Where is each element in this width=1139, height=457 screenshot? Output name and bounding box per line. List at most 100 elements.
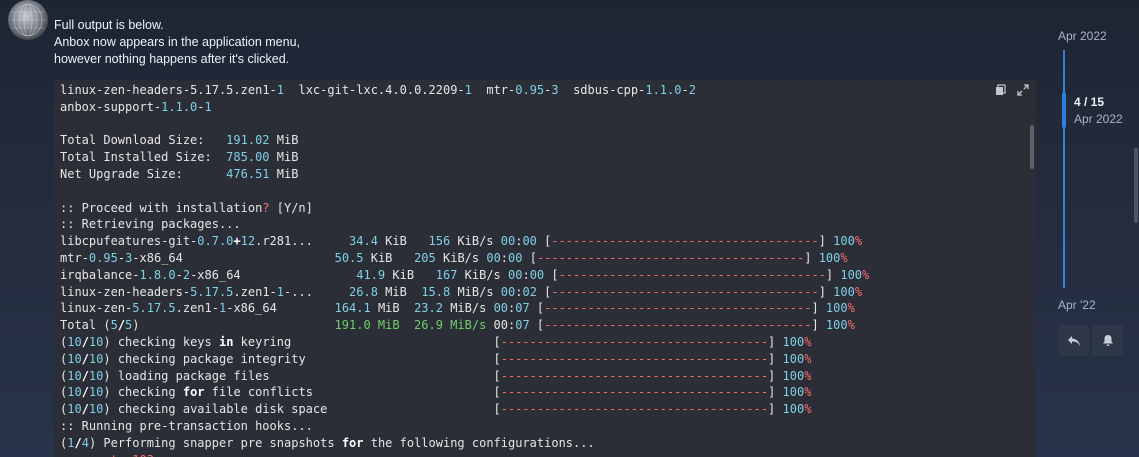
code-token: -...: [284, 284, 350, 299]
code-token: 5.17.5: [132, 301, 176, 316]
code-token: %: [847, 318, 855, 333]
code-token: 1: [464, 83, 472, 97]
code-token: %: [804, 368, 812, 383]
code-token: 100: [782, 334, 805, 349]
code-token: -: [457, 83, 465, 97]
code-token: -: [182, 83, 191, 97]
code-token: 100: [782, 402, 805, 417]
code-line: :: Proceed with installation? [Y/n]: [60, 200, 1036, 217]
code-token: 100: [825, 301, 848, 316]
code-token: 100: [840, 267, 863, 282]
code-token: 100: [833, 284, 855, 299]
code-token: 00: [508, 250, 523, 265]
code-token: linux-zen-headers: [60, 83, 183, 97]
code-line: (10/10) checking package integrity [----…: [60, 351, 1036, 368]
code-token: -: [269, 284, 277, 299]
code-token: /: [81, 402, 89, 417]
code-line: Net Upgrade Size: 476.51 MiB: [60, 166, 1036, 183]
code-token: %: [854, 234, 863, 249]
code-line: ==> root: 103: [60, 452, 1036, 457]
avatar[interactable]: [8, 0, 48, 40]
timeline-end-date[interactable]: Apr '22: [1058, 298, 1096, 312]
code-token: for: [182, 385, 205, 400]
code-token: KiB: [377, 234, 429, 249]
code-token: mtr: [60, 250, 82, 265]
code-token: /: [81, 334, 89, 349]
code-token: ]: [768, 368, 783, 383]
code-token: 10: [88, 402, 104, 417]
code-token: 00: [486, 318, 508, 333]
code-line: irqbalance-1.8.0-2-x86_64 41.9 KiB 167 K…: [60, 267, 1036, 284]
code-token: :: Running pre-transaction hooks...: [60, 418, 313, 433]
code-token: linux-zen: [60, 301, 126, 316]
code-token: MiB: [269, 150, 299, 165]
code-token: Net Upgrade Size:: [60, 166, 227, 181]
code-token: [Y/n]: [269, 200, 313, 215]
code-token: sdbus-cpp: [558, 83, 639, 97]
timeline-start-date[interactable]: Apr 2022: [1058, 29, 1107, 43]
code-token: [: [536, 234, 552, 249]
code-token: 00: [493, 301, 509, 316]
code-token: 26.8: [349, 284, 378, 299]
code-token: /: [81, 385, 89, 400]
code-token: 1.8.0: [139, 267, 176, 282]
expand-icon[interactable]: [1016, 84, 1030, 98]
code-token: MiB: [377, 284, 422, 299]
code-token: ]: [804, 250, 819, 265]
code-line: (10/10) checking keys in keyring [------…: [60, 334, 1036, 351]
reply-button[interactable]: [1058, 325, 1089, 356]
page-scrollbar[interactable]: [1134, 148, 1138, 223]
code-token: mtr: [471, 83, 509, 97]
code-token: -: [681, 83, 689, 97]
code-token: -------------------------------------: [500, 402, 769, 417]
code-token: [: [536, 284, 552, 299]
code-token: %: [804, 402, 812, 417]
timeline-handle[interactable]: [1062, 92, 1066, 128]
code-token: 205: [414, 250, 436, 265]
code-token: :: Retrieving packages...: [60, 217, 241, 232]
code-token: 00: [529, 267, 545, 282]
bell-icon: [1102, 335, 1113, 346]
code-token: 1: [276, 83, 285, 97]
code-scrollbar[interactable]: [1030, 125, 1034, 169]
code-token: /: [74, 435, 82, 450]
code-token: 34.4: [349, 234, 378, 249]
code-token: [: [544, 267, 559, 282]
code-token: 10: [67, 351, 82, 366]
code-token: ) checking keys: [103, 334, 219, 349]
code-line: :: Running pre-transaction hooks...: [60, 418, 1036, 435]
copy-icon[interactable]: [994, 84, 1008, 98]
code-token: %: [804, 351, 812, 366]
code-token: -------------------------------------: [500, 351, 769, 366]
notifications-button[interactable]: [1092, 325, 1123, 356]
code-token: +: [233, 234, 241, 249]
code-token: 4.0.0.2209: [385, 83, 458, 97]
code-output: linux-zen-headers-5.17.5.zen1-1 lxc-git-…: [54, 80, 1036, 457]
timeline-track[interactable]: [1063, 50, 1065, 288]
code-token: libcpufeatures-git: [60, 234, 191, 249]
code-token: 10: [67, 368, 82, 383]
code-line: linux-zen-headers-5.17.5.zen1-1 lxc-git-…: [60, 82, 1036, 99]
code-token: %: [804, 334, 812, 349]
code-token: -------------------------------------: [544, 301, 812, 316]
code-token: :: [522, 267, 530, 282]
code-token: 15.8: [421, 284, 451, 299]
post-line: Anbox now appears in the application men…: [54, 35, 300, 49]
code-token: -: [197, 99, 205, 114]
code-token: 1: [276, 284, 285, 299]
code-token: KiB/s: [450, 234, 501, 249]
code-block[interactable]: linux-zen-headers-5.17.5.zen1-1 lxc-git-…: [54, 80, 1036, 457]
code-token: ]: [811, 301, 826, 316]
code-token: lxc-git-lxc.: [284, 83, 386, 97]
code-line: (10/10) checking for file conflicts [---…: [60, 384, 1036, 401]
code-token: 50.5: [334, 250, 364, 265]
code-token: %: [804, 385, 812, 400]
code-token: 1.1.0: [645, 83, 682, 97]
code-token: -: [182, 284, 191, 299]
code-token: Total Installed Size:: [60, 150, 227, 165]
reply-icon: [1067, 335, 1080, 346]
code-token: 00: [500, 284, 516, 299]
code-token: 5.17.5: [190, 284, 234, 299]
code-token: -: [175, 267, 183, 282]
code-token: 07: [515, 318, 530, 333]
